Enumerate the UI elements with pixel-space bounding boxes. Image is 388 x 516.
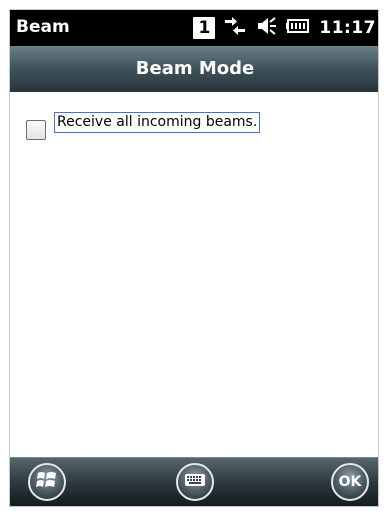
battery-icon [285,15,311,41]
receive-beams-option[interactable]: Receive all incoming beams. [26,112,261,140]
page-title: Beam Mode [135,58,255,79]
page-header: Beam Mode [10,46,378,93]
keyboard-icon [184,472,206,492]
content-area: Receive all incoming beams. [10,92,378,457]
status-bar[interactable]: Beam 1 11:17 [10,10,378,46]
receive-beams-checkbox[interactable] [26,120,46,140]
status-time: 11:17 [319,18,376,38]
connectivity-icon [223,15,247,41]
status-icons: 1 11:17 [193,10,376,46]
notification-count-badge: 1 [193,17,216,39]
ok-button-label: OK [338,474,362,490]
windows-start-icon [36,470,58,494]
receive-beams-label[interactable]: Receive all incoming beams. [54,112,261,133]
ok-button[interactable]: OK [331,463,369,501]
keyboard-button[interactable] [176,463,214,501]
volume-icon [255,15,277,41]
start-button[interactable] [28,463,66,501]
device-screen: Beam 1 11:17 Beam Mode Receive all incom… [9,9,379,507]
status-app-title: Beam [16,17,70,37]
bottom-softkey-bar: OK [10,457,378,506]
